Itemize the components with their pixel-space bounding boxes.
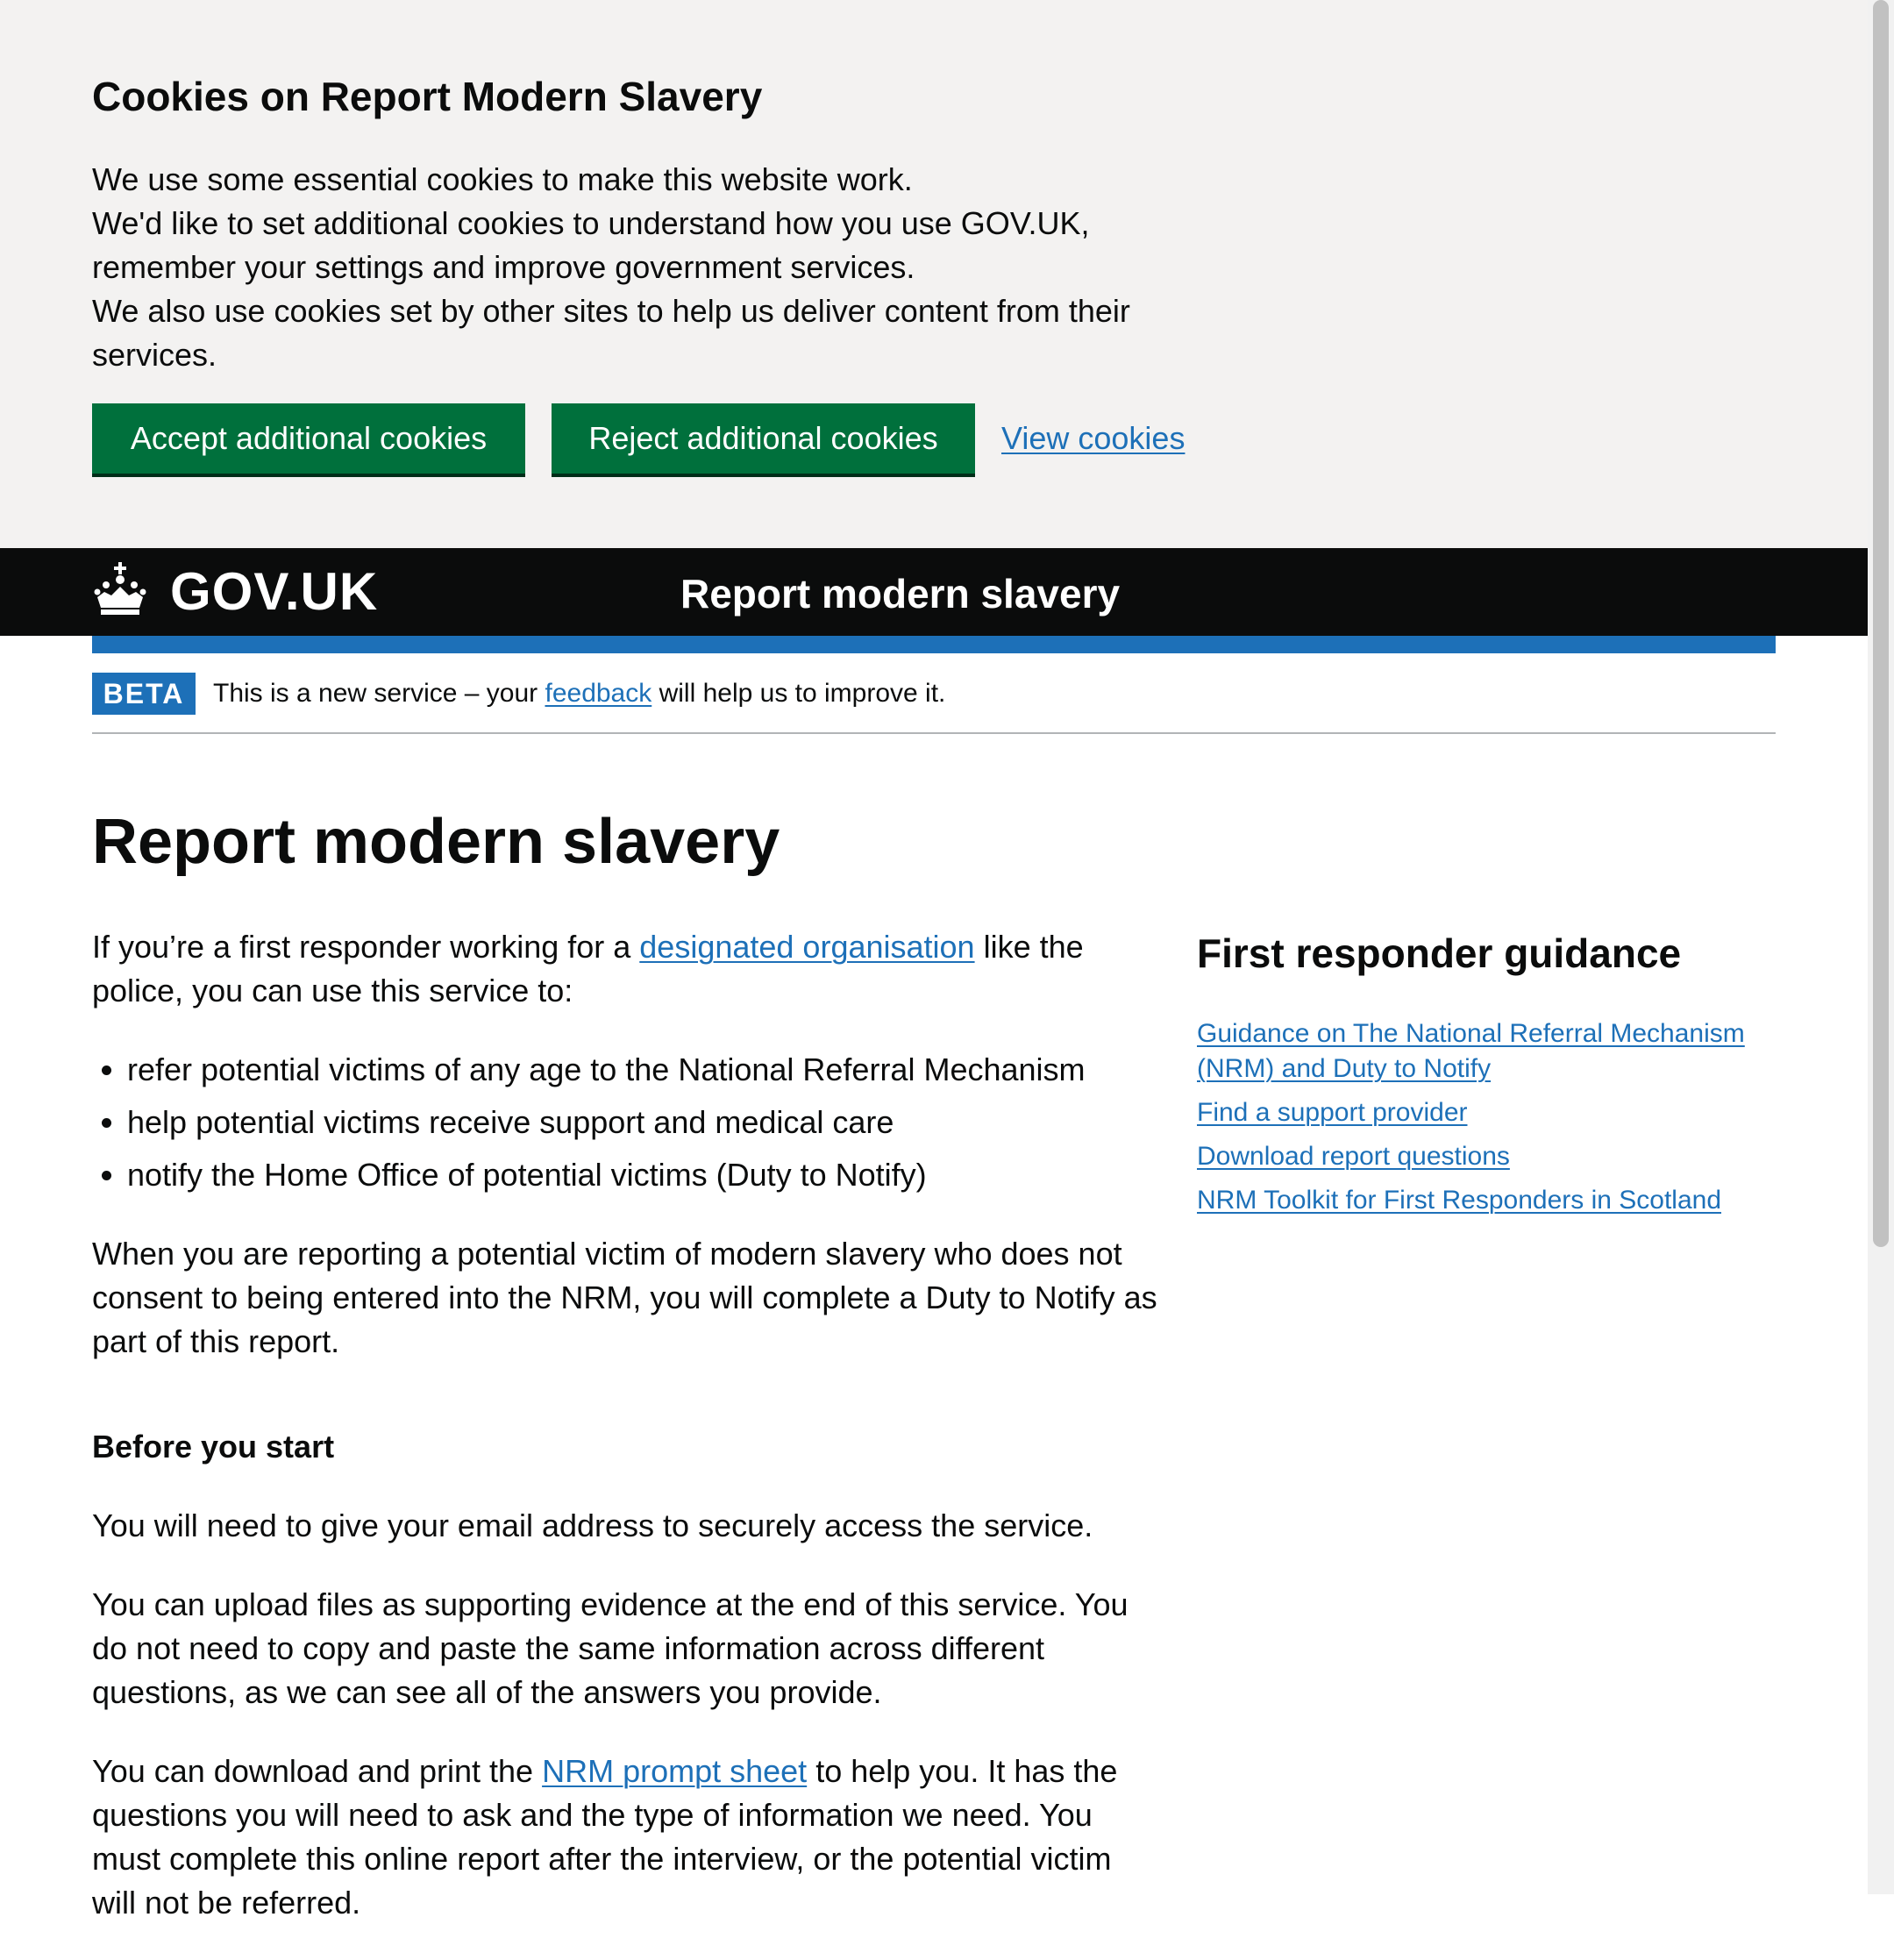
intro-paragraph: If you’re a first responder working for …: [92, 925, 1162, 1013]
intro-text-before: If you’re a first responder working for …: [92, 929, 640, 965]
list-item: help potential victims receive support a…: [127, 1101, 1162, 1144]
service-name-link[interactable]: Report modern slavery: [680, 567, 1120, 620]
nrm-guidance-link[interactable]: Guidance on The National Referral Mechan…: [1197, 1019, 1745, 1083]
cookie-text-line: We also use cookies set by other sites t…: [92, 293, 1130, 373]
header-blue-bar: [92, 636, 1776, 653]
prompt-text-before: You can download and print the: [92, 1753, 543, 1789]
accept-cookies-button[interactable]: Accept additional cookies: [92, 403, 525, 474]
cookie-banner: Cookies on Report Modern Slavery We use …: [0, 0, 1868, 548]
site-header: GOV.UK Report modern slavery: [0, 548, 1868, 636]
before-you-start-heading: Before you start: [92, 1429, 335, 1465]
list-item: Download report questions: [1197, 1139, 1758, 1174]
scotland-toolkit-link[interactable]: NRM Toolkit for First Responders in Scot…: [1197, 1186, 1721, 1215]
main-content: If you’re a first responder working for …: [92, 925, 1162, 1960]
phase-banner: BETA This is a new service – your feedba…: [92, 653, 1776, 734]
list-item: Find a support provider: [1197, 1095, 1758, 1130]
sidebar: First responder guidance Guidance on The…: [1197, 925, 1758, 1227]
cookie-banner-title: Cookies on Report Modern Slavery: [92, 74, 763, 119]
duty-to-notify-paragraph: When you are reporting a potential victi…: [92, 1236, 1157, 1359]
email-paragraph: You will need to give your email address…: [92, 1507, 1093, 1543]
govuk-logo-text[interactable]: GOV.UK: [170, 560, 378, 624]
cookie-text-line: We'd like to set additional cookies to u…: [92, 205, 1090, 285]
list-item: Guidance on The National Referral Mechan…: [1197, 1016, 1758, 1087]
sidebar-title: First responder guidance: [1197, 930, 1682, 976]
feedback-link[interactable]: feedback: [545, 679, 652, 708]
service-uses-list: refer potential victims of any age to th…: [92, 1048, 1162, 1197]
phase-banner-text: This is a new service – your feedback wi…: [213, 674, 945, 713]
view-cookies-link[interactable]: View cookies: [1001, 412, 1185, 465]
nrm-prompt-sheet-link[interactable]: NRM prompt sheet: [542, 1753, 807, 1789]
phase-text-before: This is a new service – your: [213, 679, 545, 708]
list-item: refer potential victims of any age to th…: [127, 1048, 1162, 1092]
support-provider-link[interactable]: Find a support provider: [1197, 1098, 1468, 1127]
prompt-sheet-paragraph: You can download and print the NRM promp…: [92, 1750, 1162, 1925]
cookie-banner-text: We use some essential cookies to make th…: [92, 158, 1197, 377]
upload-paragraph: You can upload files as supporting evide…: [92, 1586, 1129, 1710]
beta-tag: BETA: [92, 673, 196, 715]
scrollbar-thumb[interactable]: [1873, 0, 1889, 1247]
list-item: notify the Home Office of potential vict…: [127, 1153, 1162, 1197]
designated-organisation-link[interactable]: designated organisation: [639, 929, 974, 965]
crown-icon: [94, 562, 146, 615]
download-questions-link[interactable]: Download report questions: [1197, 1142, 1510, 1171]
phase-text-after: will help us to improve it.: [652, 679, 946, 708]
cookie-text-line: We use some essential cookies to make th…: [92, 161, 913, 197]
guidance-links-list: Guidance on The National Referral Mechan…: [1197, 1016, 1758, 1218]
page-title: Report modern slavery: [92, 807, 780, 877]
list-item: NRM Toolkit for First Responders in Scot…: [1197, 1183, 1758, 1218]
reject-cookies-button[interactable]: Reject additional cookies: [552, 403, 975, 474]
